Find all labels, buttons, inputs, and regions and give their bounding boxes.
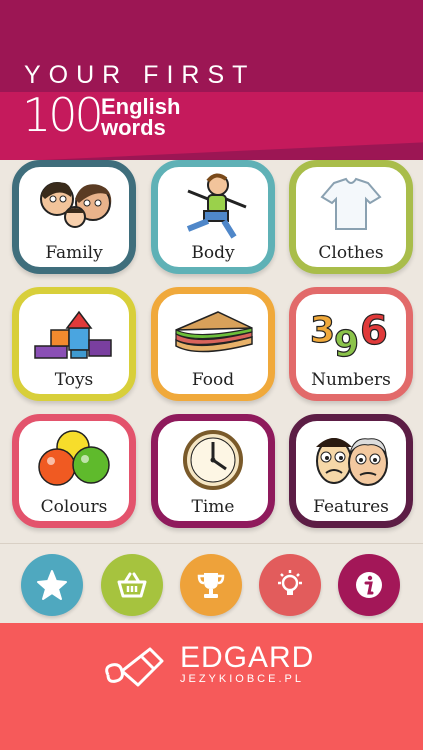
info-button[interactable]: [338, 554, 400, 616]
lightbulb-icon: [278, 570, 302, 595]
tile-label: Features: [313, 497, 389, 517]
tile-features[interactable]: Features: [289, 414, 413, 528]
tile-food[interactable]: Food: [151, 287, 275, 401]
tile-time[interactable]: Time: [151, 414, 275, 528]
basket-icon: [117, 572, 147, 598]
tile-label: Toys: [54, 370, 94, 390]
tile-label: Colours: [40, 497, 108, 517]
tile-label: Clothes: [318, 243, 384, 263]
blocks-icon: [34, 310, 112, 359]
tile-toys[interactable]: Toys: [12, 287, 136, 401]
trophy-icon: [197, 573, 225, 598]
tile-label: Numbers: [311, 370, 391, 390]
tile-numbers[interactable]: 3 9 6 Numbers: [289, 287, 413, 401]
tips-button[interactable]: [259, 554, 321, 616]
bottom-toolbar: [0, 543, 423, 624]
favorites-button[interactable]: [21, 554, 83, 616]
balloons-icon: [38, 430, 110, 486]
title-words-label: words: [101, 115, 166, 140]
body-icon: [186, 173, 247, 239]
tile-label: Food: [191, 370, 235, 390]
tile-clothes[interactable]: Clothes: [289, 160, 413, 274]
sandwich-icon: [175, 311, 253, 353]
app-header: YOUR FIRST 100 English words: [0, 0, 423, 160]
svg-text:3: 3: [310, 310, 335, 351]
title-words: English words: [101, 94, 181, 140]
edgard-logo-icon: [105, 647, 164, 687]
tile-family[interactable]: Family: [12, 160, 136, 274]
family-icon: [40, 182, 112, 228]
svg-text:9: 9: [334, 324, 359, 365]
numbers-icon: 3 9 6: [309, 307, 388, 365]
title-english: English: [101, 94, 181, 119]
title-number: 100: [22, 88, 104, 142]
brand-name: EDGARD: [180, 641, 315, 674]
footer-brand: EDGARD JEZYKIOBCE.PL: [0, 623, 423, 750]
brand-url: JEZYKIOBCE.PL: [180, 673, 304, 685]
faces-icon: [316, 438, 388, 486]
tile-body[interactable]: Body: [151, 160, 275, 274]
info-icon: [356, 572, 382, 598]
shop-button[interactable]: [101, 554, 163, 616]
tshirt-icon: [320, 177, 382, 230]
title-line1: YOUR FIRST: [24, 61, 256, 89]
tile-label: Time: [191, 497, 235, 517]
tile-colours[interactable]: Colours: [12, 414, 136, 528]
tile-label: Family: [45, 243, 103, 263]
achievements-button[interactable]: [180, 554, 242, 616]
svg-text:6: 6: [360, 308, 388, 354]
star-icon: [37, 570, 67, 600]
tile-label: Body: [191, 243, 235, 263]
clock-icon: [183, 430, 243, 490]
